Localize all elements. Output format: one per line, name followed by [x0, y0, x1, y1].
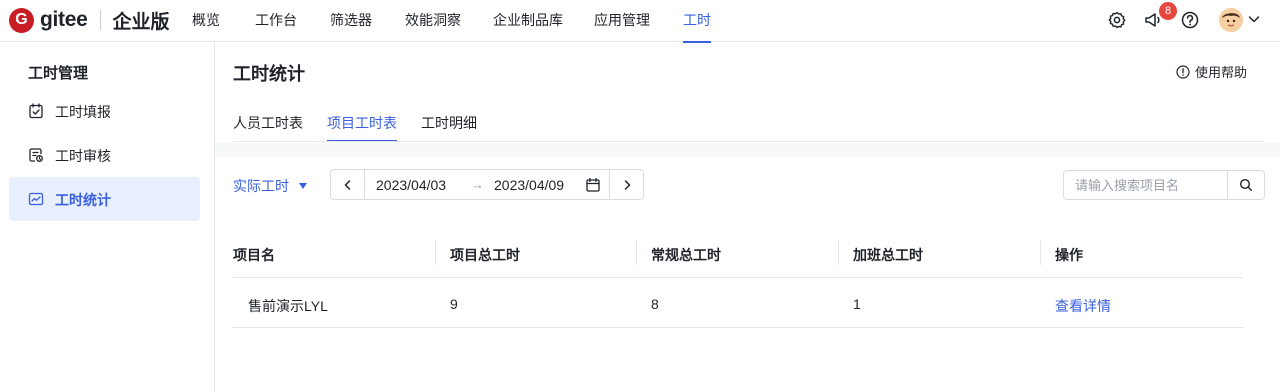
brand-name: gitee — [40, 8, 88, 31]
help-circle-icon[interactable] — [1180, 10, 1200, 30]
sidebar: 工时管理 工时填报 工时审核 工时统计 — [0, 43, 215, 392]
tabs-divider — [233, 141, 1264, 142]
view-details-link[interactable]: 查看详情 — [1055, 296, 1111, 316]
sidebar-item-hour-statistics[interactable]: 工时统计 — [9, 177, 200, 221]
column-divider — [838, 240, 839, 265]
brand-edition: 企业版 — [112, 11, 170, 33]
table-row-divider — [233, 327, 1243, 328]
nav-item-overview[interactable]: 概览 — [192, 0, 220, 42]
sidebar-item-fill-hours[interactable]: 工时填报 — [9, 89, 200, 133]
column-divider — [636, 240, 637, 265]
avatar-face-icon — [1219, 8, 1243, 32]
tab-member-hours[interactable]: 人员工时表 — [233, 113, 303, 142]
cell-total-hours: 9 — [450, 296, 458, 312]
brand-divider — [99, 10, 101, 30]
search-icon — [1239, 178, 1252, 191]
notification-count-badge: 8 — [1159, 2, 1177, 20]
nav-item-work-hours[interactable]: 工时 — [683, 0, 711, 43]
sidebar-item-label: 工时审核 — [55, 148, 111, 164]
chevron-down-icon[interactable] — [1247, 12, 1261, 26]
page-title: 工时统计 — [233, 64, 305, 84]
date-start[interactable]: 2023/04/03 — [376, 177, 446, 193]
checkbox-calendar-icon — [29, 103, 43, 119]
chevron-left-icon — [344, 179, 350, 190]
nav-item-filters[interactable]: 筛选器 — [330, 0, 372, 42]
next-week-button[interactable] — [609, 170, 643, 199]
help-link[interactable]: 使用帮助 — [1176, 62, 1247, 81]
sidebar-item-label: 工时统计 — [55, 192, 111, 208]
nav-item-workbench[interactable]: 工作台 — [255, 0, 297, 42]
review-icon — [29, 148, 43, 162]
search-input[interactable] — [1064, 171, 1228, 199]
column-header-overtime-hours: 加班总工时 — [853, 247, 923, 263]
gear-icon[interactable] — [1107, 10, 1127, 30]
cell-regular-hours: 8 — [651, 296, 659, 312]
search-button[interactable] — [1227, 171, 1264, 199]
cell-project-name: 售前演示LYL — [248, 298, 328, 314]
tab-project-hours[interactable]: 项目工时表 — [327, 113, 397, 142]
nav-item-app-management[interactable]: 应用管理 — [594, 0, 650, 42]
column-header-actions: 操作 — [1055, 247, 1083, 263]
previous-week-button[interactable] — [331, 170, 365, 199]
sidebar-item-label: 工时填报 — [55, 104, 111, 120]
cell-overtime-hours: 1 — [853, 296, 861, 312]
column-header-total-hours: 项目总工时 — [450, 247, 520, 263]
hour-type-select[interactable]: 实际工时 — [233, 176, 307, 196]
sidebar-title: 工时管理 — [28, 65, 89, 82]
date-arrow: → — [471, 177, 484, 192]
column-header-project-name: 项目名 — [233, 247, 275, 263]
nav-item-insights[interactable]: 效能洞察 — [405, 0, 461, 42]
gitee-logo-icon: G — [9, 7, 34, 33]
column-divider — [435, 240, 436, 265]
hour-type-value: 实际工时 — [233, 178, 289, 194]
project-search — [1063, 170, 1265, 200]
sidebar-item-review-hours[interactable]: 工时审核 — [9, 133, 200, 177]
column-header-regular-hours: 常规总工时 — [651, 247, 721, 263]
info-icon — [1176, 64, 1190, 79]
table-header-divider — [233, 277, 1243, 278]
chevron-right-icon — [624, 179, 630, 190]
tab-hour-details[interactable]: 工时明细 — [421, 113, 477, 142]
caret-down-icon — [299, 183, 307, 189]
column-divider — [1040, 240, 1041, 265]
section-divider — [215, 143, 1280, 157]
nav-item-artifacts[interactable]: 企业制品库 — [493, 0, 563, 42]
user-avatar[interactable] — [1219, 8, 1243, 32]
top-nav: G gitee 企业版 概览 工作台 筛选器 效能洞察 企业制品库 应用管理 工… — [0, 0, 1280, 43]
date-range-picker[interactable]: 2023/04/03 → 2023/04/09 — [330, 169, 644, 200]
date-end[interactable]: 2023/04/09 — [494, 177, 564, 193]
calendar-icon[interactable] — [585, 177, 601, 193]
chart-icon — [28, 192, 44, 206]
help-label: 使用帮助 — [1195, 65, 1248, 80]
brand-logo[interactable]: G gitee 企业版 — [9, 6, 170, 34]
